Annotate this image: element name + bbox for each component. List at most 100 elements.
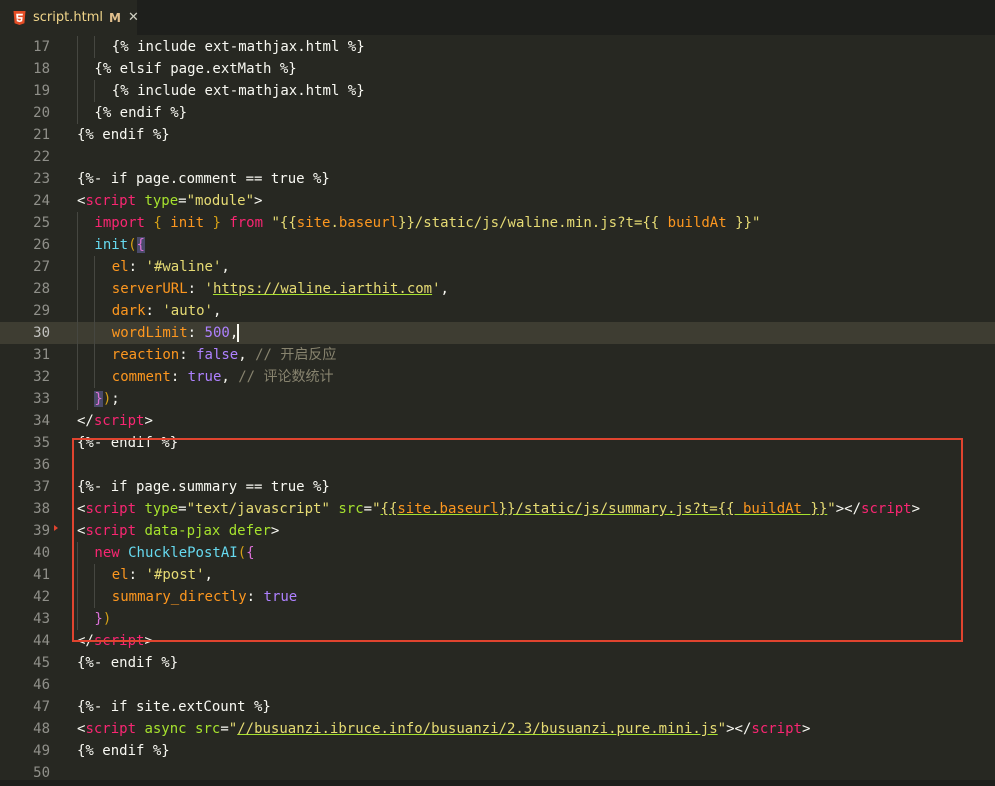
indent-guide — [77, 300, 78, 322]
code-line[interactable]: 27 el: '#waline', — [0, 256, 995, 278]
code-token: ( — [237, 545, 247, 561]
indent-guide — [94, 366, 96, 388]
code-token: '#waline' — [145, 259, 222, 275]
indent-guide — [77, 278, 78, 300]
code-line[interactable]: 48 <script async src="//busuanzi.ibruce.i… — [0, 718, 995, 740]
code-editor[interactable]: 17 {% include ext-mathjax.html %} 18 {% els… — [0, 35, 995, 786]
code-line[interactable]: 45 {%- endif %} — [0, 652, 995, 674]
code-line[interactable]: 38 <script type="text/javascript" src="{{… — [0, 498, 995, 520]
code-token: : — [145, 303, 163, 319]
code-line[interactable]: 41 el: '#post', — [0, 564, 995, 586]
line-number: 44 — [33, 633, 50, 649]
code-line[interactable]: 34 </script> — [0, 410, 995, 432]
code-text: {%- if page.summary == true %} — [77, 476, 330, 498]
code-token: { — [153, 215, 162, 231]
code-text: }); — [94, 388, 120, 410]
code-line[interactable]: 32 comment: true, // 评论数统计 — [0, 366, 995, 388]
code-text: wordLimit: 500, — [112, 322, 240, 344]
code-token: : — [187, 325, 205, 341]
code-line[interactable]: 46 — [0, 674, 995, 696]
code-token: "module" — [186, 193, 255, 209]
code-line[interactable]: 20 {% endif %} — [0, 102, 995, 124]
line-number: 43 — [33, 611, 50, 627]
code-token: {%- endif %} — [77, 655, 179, 671]
code-line[interactable]: 47 {%- if site.extCount %} — [0, 696, 995, 718]
code-token: } — [212, 215, 221, 231]
line-number: 22 — [33, 149, 50, 165]
code-text: {% include ext-mathjax.html %} — [112, 36, 365, 58]
code-line[interactable]: 19 {% include ext-mathjax.html %} — [0, 80, 995, 102]
code-line[interactable]: 21 {% endif %} — [0, 124, 995, 146]
code-line[interactable]: 44 </script> — [0, 630, 995, 652]
code-text: serverURL: 'https://waline.iarthit.com', — [112, 278, 449, 300]
code-text: {%- endif %} — [77, 652, 178, 674]
code-token: " — [372, 501, 381, 517]
code-token: https://waline.iarthit.com — [212, 281, 433, 297]
code-token: . — [330, 215, 339, 231]
text-cursor — [237, 324, 240, 342]
code-line[interactable]: 42 summary_directly: true — [0, 586, 995, 608]
code-token: // 评论数统计 — [238, 369, 334, 385]
code-line[interactable]: 22 — [0, 146, 995, 168]
code-text: <script data-pjax defer> — [77, 520, 279, 542]
indent-guide — [94, 80, 96, 102]
code-token: baseurl — [338, 215, 398, 231]
code-token: '#post' — [145, 567, 205, 583]
code-line[interactable]: 24 <script type="module"> — [0, 190, 995, 212]
horizontal-scrollbar[interactable] — [0, 780, 995, 786]
code-text: {% include ext-mathjax.html %} — [112, 80, 365, 102]
code-line[interactable]: 39 <script data-pjax defer> — [0, 520, 995, 542]
code-token: : — [128, 567, 146, 583]
code-token: }} — [802, 501, 828, 517]
code-token: : — [187, 281, 205, 297]
code-token: script — [85, 721, 137, 737]
indent-guide — [77, 564, 78, 586]
code-token: {% include ext-mathjax.html %} — [111, 39, 365, 55]
code-token: {%- if site.extCount %} — [77, 699, 271, 715]
line-number: 18 — [33, 61, 50, 77]
code-line[interactable]: 35 {%- endif %} — [0, 432, 995, 454]
code-text: dark: 'auto', — [112, 300, 222, 322]
code-line[interactable]: 28 serverURL: 'https://waline.iarthit.com… — [0, 278, 995, 300]
code-line[interactable]: 18 {% elsif page.extMath %} — [0, 58, 995, 80]
code-line[interactable]: 49 {% endif %} — [0, 740, 995, 762]
code-line[interactable]: 40 new ChucklePostAI({ — [0, 542, 995, 564]
code-line[interactable]: 25 import { init } from "{{site.baseurl}}… — [0, 212, 995, 234]
tab-script-html[interactable]: script.html M ✕ — [0, 0, 139, 35]
line-number: 28 — [33, 281, 50, 297]
code-line[interactable]: 23 {%- if page.comment == true %} — [0, 168, 995, 190]
line-number: 20 — [33, 105, 50, 121]
code-token: " — [228, 721, 238, 737]
line-number: 40 — [33, 545, 50, 561]
line-number: 23 — [33, 171, 50, 187]
indent-guide — [77, 212, 78, 234]
close-icon[interactable]: ✕ — [128, 10, 139, 25]
code-line[interactable]: 37 {%- if page.summary == true %} — [0, 476, 995, 498]
code-token: type — [144, 193, 179, 209]
code-token: , — [204, 567, 213, 583]
modified-status-badge: M — [108, 10, 121, 25]
code-token: site — [296, 215, 331, 231]
code-line[interactable]: 33}); — [0, 388, 995, 410]
code-token: async — [144, 721, 187, 737]
code-text: {% endif %} — [94, 102, 187, 124]
code-token: baseurl — [439, 501, 499, 517]
code-token: script — [93, 413, 145, 429]
code-line[interactable]: 17 {% include ext-mathjax.html %} — [0, 36, 995, 58]
code-text: new ChucklePostAI({ — [94, 542, 254, 564]
code-line[interactable]: 43}) — [0, 608, 995, 630]
code-line[interactable]: 31 reaction: false, // 开启反应 — [0, 344, 995, 366]
code-token: ( — [128, 237, 137, 253]
code-token: script — [93, 633, 145, 649]
code-text: import { init } from "{{site.baseurl}}/s… — [94, 212, 760, 234]
code-token: src — [195, 721, 221, 737]
code-token: //busuanzi.ibruce.info/busuanzi/2.3/busu… — [237, 721, 718, 737]
code-line[interactable]: 30 wordLimit: 500, — [0, 322, 995, 344]
indent-guide — [77, 102, 78, 124]
code-line[interactable]: 26 init({ — [0, 234, 995, 256]
code-line[interactable]: 36 — [0, 454, 995, 476]
indent-guide — [77, 388, 78, 410]
code-line[interactable]: 29 dark: 'auto', — [0, 300, 995, 322]
code-token: </ — [77, 633, 94, 649]
indent-guide — [77, 256, 78, 278]
